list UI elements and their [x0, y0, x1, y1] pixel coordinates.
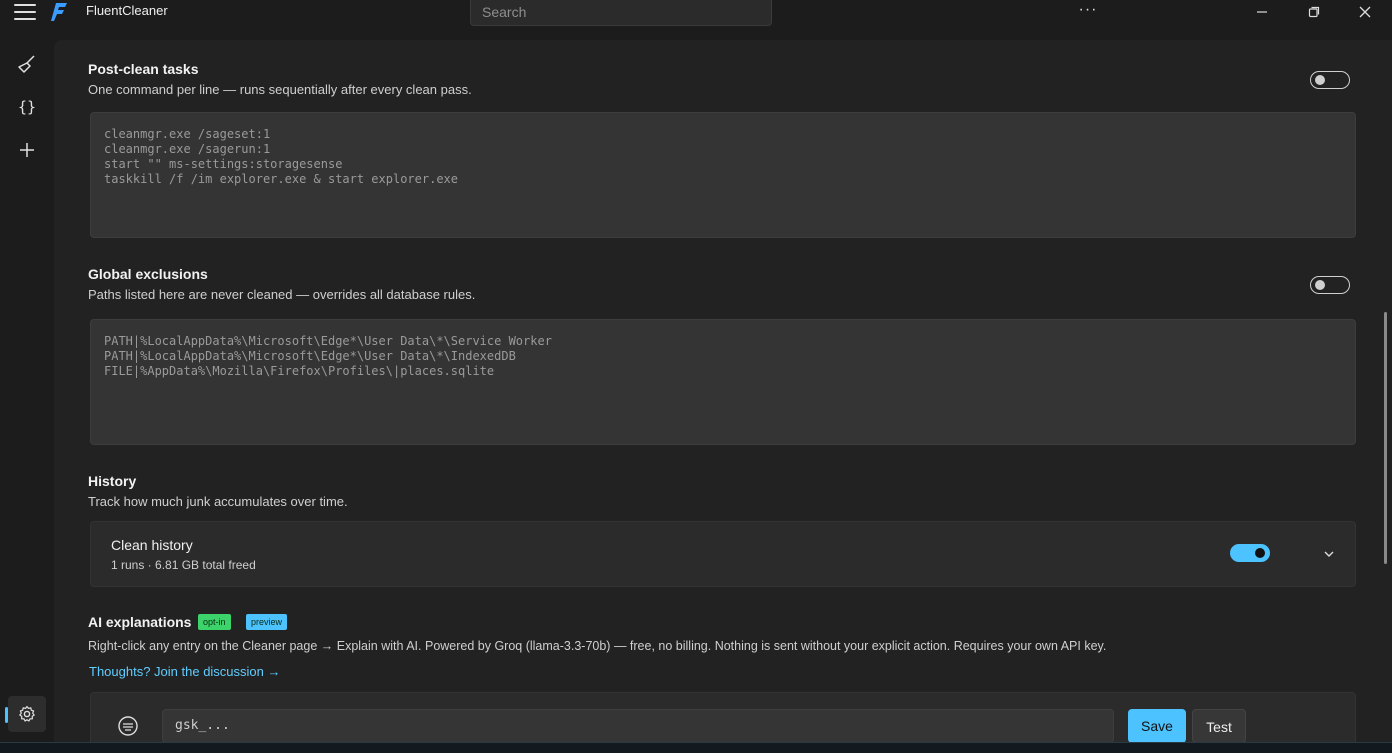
- preview-badge: preview: [246, 614, 288, 630]
- command-line: cleanmgr.exe /sagerun:1: [104, 142, 271, 156]
- toggle-knob: [1315, 75, 1325, 85]
- restore-button[interactable]: [1294, 0, 1334, 24]
- opt-in-badge: opt-in: [198, 614, 231, 630]
- command-line: start "" ms-settings:storagesense: [104, 157, 343, 171]
- test-button[interactable]: Test: [1192, 709, 1246, 743]
- svg-text:{}: {}: [18, 98, 36, 116]
- sidebar-item-settings[interactable]: [8, 696, 46, 732]
- history-title: History: [88, 473, 137, 489]
- api-key-input[interactable]: gsk_...: [162, 709, 1114, 743]
- sidebar-item-add[interactable]: [8, 132, 46, 168]
- ai-description: Right-click any entry on the Cleaner pag…: [88, 639, 1107, 653]
- sidebar-selection-indicator: [5, 707, 8, 723]
- title-bar: FluentCleaner Search ···: [0, 0, 1392, 40]
- search-input[interactable]: Search: [470, 0, 772, 26]
- plus-icon: [20, 143, 34, 157]
- sidebar-item-rules[interactable]: {}: [8, 89, 46, 125]
- app-title: FluentCleaner: [86, 3, 168, 18]
- command-line: taskkill /f /im explorer.exe & start exp…: [104, 172, 459, 186]
- chevron-down-icon[interactable]: [1322, 547, 1336, 561]
- gear-icon: [19, 705, 35, 722]
- command-line: cleanmgr.exe /sageset:1: [104, 127, 271, 141]
- toggle-knob: [1315, 280, 1325, 290]
- history-subtitle: Track how much junk accumulates over tim…: [88, 494, 348, 509]
- exclusion-line: PATH|%LocalAppData%\Microsoft\Edge*\User…: [104, 334, 552, 348]
- close-button[interactable]: [1345, 0, 1385, 24]
- post-clean-subtitle: One command per line — runs sequentially…: [88, 82, 472, 97]
- app-logo-icon: [50, 2, 68, 22]
- broom-icon: [18, 55, 35, 73]
- toggle-knob: [1255, 548, 1265, 558]
- minimize-icon: [1257, 11, 1267, 13]
- clean-history-title: Clean history: [111, 537, 193, 553]
- clean-history-summary: 1 runs · 6.81 GB total freed: [111, 558, 256, 572]
- exclusions-title: Global exclusions: [88, 266, 208, 282]
- close-icon: [1359, 6, 1371, 18]
- exclusion-line: PATH|%LocalAppData%\Microsoft\Edge*\User…: [104, 349, 516, 363]
- braces-icon: {}: [18, 98, 36, 116]
- exclusions-toggle[interactable]: [1310, 276, 1350, 294]
- post-clean-toggle[interactable]: [1310, 71, 1350, 89]
- minimize-button[interactable]: [1242, 0, 1282, 24]
- discussion-link[interactable]: Thoughts? Join the discussion →: [89, 664, 281, 679]
- post-clean-commands-textarea[interactable]: cleanmgr.exe /sageset:1 cleanmgr.exe /sa…: [90, 112, 1356, 238]
- sidebar-item-cleaner[interactable]: [8, 46, 46, 82]
- groq-logo-icon: [117, 715, 139, 737]
- hamburger-menu-icon[interactable]: [14, 4, 36, 20]
- sidebar: {}: [0, 40, 54, 742]
- exclusion-line: FILE|%AppData%\Mozilla\Firefox\Profiles\…: [104, 364, 495, 378]
- save-button[interactable]: Save: [1128, 709, 1186, 743]
- clean-history-toggle[interactable]: [1230, 544, 1270, 562]
- clean-history-card[interactable]: Clean history 1 runs · 6.81 GB total fre…: [90, 521, 1356, 587]
- exclusions-textarea[interactable]: PATH|%LocalAppData%\Microsoft\Edge*\User…: [90, 319, 1356, 445]
- more-options-button[interactable]: ···: [1076, 0, 1100, 20]
- restore-icon: [1308, 6, 1320, 18]
- scrollbar[interactable]: [1384, 312, 1387, 564]
- ai-title: AI explanations: [88, 614, 192, 630]
- taskbar: [0, 742, 1392, 753]
- exclusions-subtitle: Paths listed here are never cleaned — ov…: [88, 287, 476, 302]
- post-clean-title: Post-clean tasks: [88, 61, 199, 77]
